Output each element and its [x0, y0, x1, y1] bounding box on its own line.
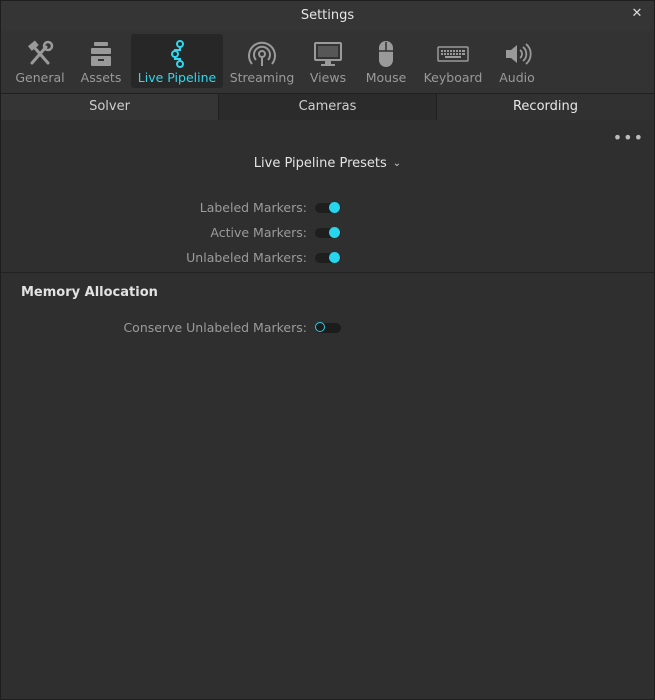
toolbar-item-general[interactable]: General	[9, 34, 71, 88]
setting-label: Active Markers:	[210, 225, 307, 240]
setting-row-labeled-markers: Labeled Markers:	[1, 198, 654, 218]
conserve-unlabeled-markers-toggle[interactable]	[315, 322, 341, 333]
setting-row-active-markers: Active Markers:	[1, 223, 654, 243]
mouse-icon	[379, 41, 393, 67]
setting-label: Labeled Markers:	[199, 200, 307, 215]
assets-icon	[91, 42, 111, 66]
setting-label: Unlabeled Markers:	[186, 250, 307, 265]
toolbar-item-live-pipeline[interactable]: Live Pipeline	[131, 34, 223, 88]
settings-tabs: Solver Cameras Recording	[1, 93, 654, 120]
tab-cameras[interactable]: Cameras	[219, 94, 437, 120]
unlabeled-markers-toggle[interactable]	[315, 252, 341, 263]
toolbar-label: Mouse	[365, 70, 407, 85]
tools-icon	[28, 40, 54, 65]
tab-recording[interactable]: Recording	[437, 94, 654, 120]
setting-row-unlabeled-markers: Unlabeled Markers:	[1, 248, 654, 268]
toolbar-item-views[interactable]: Views	[301, 34, 355, 88]
toolbar-item-streaming[interactable]: Streaming	[227, 34, 297, 88]
toolbar-label: Audio	[499, 70, 535, 85]
presets-label: Live Pipeline Presets	[253, 156, 387, 171]
setting-row-conserve-unlabeled-markers: Conserve Unlabeled Markers:	[1, 318, 654, 338]
labeled-markers-toggle[interactable]	[315, 202, 341, 213]
speaker-icon	[506, 43, 532, 65]
toggle-knob	[329, 227, 340, 238]
toolbar-label: General	[15, 70, 65, 85]
setting-label: Conserve Unlabeled Markers:	[123, 320, 307, 335]
toggle-knob	[329, 252, 340, 263]
toolbar-label: Assets	[80, 70, 122, 85]
title-bar: Settings ✕	[1, 1, 654, 31]
memory-allocation-heading: Memory Allocation	[21, 285, 158, 300]
keyboard-icon	[437, 46, 469, 62]
chevron-down-icon: ⌄	[392, 158, 402, 169]
toolbar-item-audio[interactable]: Audio	[491, 34, 543, 88]
toggle-knob	[329, 202, 340, 213]
section-divider	[1, 272, 654, 273]
toolbar-item-keyboard[interactable]: Keyboard	[419, 34, 487, 88]
active-markers-toggle[interactable]	[315, 227, 341, 238]
toolbar-item-assets[interactable]: Assets	[73, 34, 129, 88]
presets-dropdown[interactable]: Live Pipeline Presets ⌄	[1, 156, 654, 171]
settings-toolbar: General Assets Live Pipeline Streaming V…	[1, 31, 654, 93]
monitor-icon	[314, 42, 342, 66]
toolbar-item-mouse[interactable]: Mouse	[359, 34, 413, 88]
toolbar-label: Live Pipeline	[137, 70, 217, 85]
toolbar-label: Streaming	[229, 70, 295, 85]
close-icon[interactable]: ✕	[630, 7, 644, 21]
toolbar-label: Views	[309, 70, 347, 85]
tab-solver[interactable]: Solver	[1, 94, 219, 120]
window-title: Settings	[300, 8, 355, 23]
more-options-icon[interactable]: •••	[613, 128, 644, 147]
broadcast-icon	[248, 41, 276, 66]
settings-window: Settings ✕ General Assets Live Pipeline …	[0, 0, 655, 700]
pipeline-icon	[171, 40, 184, 68]
toolbar-label: Keyboard	[423, 70, 483, 85]
toggle-knob	[315, 322, 325, 332]
